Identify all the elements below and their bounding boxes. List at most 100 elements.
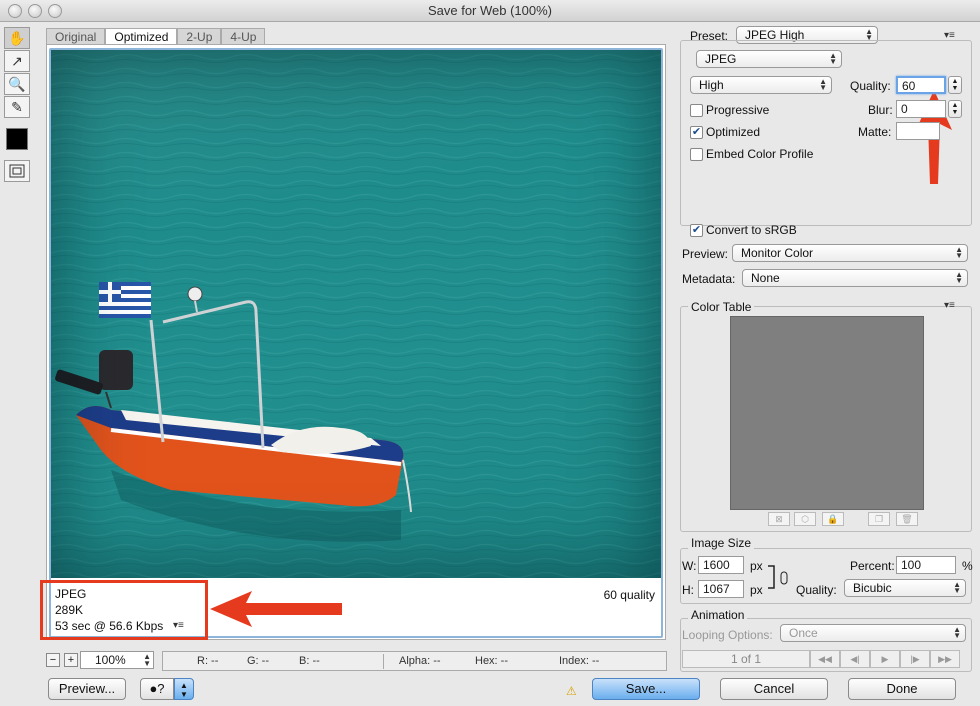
readout-hex: Hex: --	[475, 655, 508, 667]
tab-optimized[interactable]: Optimized	[105, 28, 178, 44]
matte-select[interactable]	[896, 122, 940, 140]
annotation-arrow-left-icon	[210, 591, 342, 627]
preview-in-browser-button[interactable]: Preview...	[48, 678, 126, 700]
warning-icon: ⚠	[566, 684, 577, 698]
height-input[interactable]: 1067	[698, 580, 744, 598]
convert-srgb-label: Convert to sRGB	[706, 223, 797, 237]
browser-icon: ●?	[149, 681, 165, 696]
matte-label: Matte:	[858, 125, 892, 139]
delete-color-button[interactable]: 🗑	[896, 512, 918, 526]
quality-input[interactable]: 60	[896, 76, 946, 94]
constrain-proportions-link-icon[interactable]	[766, 564, 794, 592]
metadata-label: Metadata:	[682, 272, 736, 286]
new-color-button[interactable]: ❐	[868, 512, 890, 526]
format-value: JPEG	[705, 52, 737, 66]
web-shift-button[interactable]: ⬡	[794, 512, 816, 526]
height-label: H:	[682, 583, 694, 597]
color-table-menu-icon[interactable]: ▾≡	[944, 300, 955, 311]
updown-arrows-icon: ▲ ▼	[955, 270, 963, 285]
zoom-level-value: 100%	[95, 653, 126, 667]
color-readout: R: -- G: -- B: -- Alpha: -- Hex: -- Inde…	[162, 651, 667, 671]
percent-unit: %	[962, 559, 973, 573]
updown-arrows-icon: ▲ ▼	[953, 625, 961, 640]
quality-label: Quality:	[850, 79, 891, 93]
width-label: W:	[682, 559, 697, 573]
updown-arrows-icon: ▲ ▼	[143, 652, 151, 668]
hand-icon: ✋	[8, 29, 26, 46]
annotation-highlight-box	[40, 580, 208, 640]
zoom-icon: 🔍	[8, 75, 26, 92]
photo-vignette	[51, 50, 661, 578]
color-table-title: Color Table	[688, 300, 755, 314]
eyedropper-icon: ✎	[11, 98, 23, 115]
eyedropper-tool[interactable]: ✎	[4, 96, 30, 118]
zoom-level-select[interactable]: 100% ▲ ▼	[80, 651, 154, 669]
preview-image[interactable]	[51, 50, 661, 578]
preview-value: Monitor Color	[741, 246, 814, 260]
preview-label: Preview:	[682, 247, 729, 261]
percent-input[interactable]: 100	[896, 556, 956, 574]
status-bar: − + 100% ▲ ▼ R: -- G: -- B: -- Alpha: -- …	[44, 650, 669, 672]
progressive-checkbox[interactable]	[690, 104, 703, 117]
metadata-select[interactable]: None ▲ ▼	[742, 269, 968, 287]
format-select[interactable]: JPEG ▲ ▼	[696, 50, 842, 68]
toggle-slices-visibility-button[interactable]	[4, 160, 30, 182]
last-frame-button[interactable]: ▶▶	[930, 650, 960, 668]
window-title: Save for Web (100%)	[427, 3, 553, 18]
blur-label: Blur:	[868, 103, 893, 117]
tab-original[interactable]: Original	[46, 28, 106, 44]
hand-tool[interactable]: ✋	[4, 27, 30, 49]
view-tabs: Original Optimized 2-Up 4-Up	[46, 28, 266, 44]
width-unit: px	[750, 559, 763, 573]
next-frame-button[interactable]: |▶	[900, 650, 930, 668]
first-frame-button[interactable]: ◀◀	[810, 650, 840, 668]
slice-select-icon: ↗	[11, 52, 23, 69]
tab-4-up[interactable]: 4-Up	[221, 28, 266, 44]
progressive-label: Progressive	[706, 103, 770, 117]
quality-stepper[interactable]: ▲ ▼	[948, 76, 962, 94]
eyedropper-color-swatch[interactable]	[6, 128, 28, 150]
compression-value: High	[699, 78, 724, 92]
zoom-tool[interactable]: 🔍	[4, 73, 30, 95]
browser-select-arrows[interactable]: ▲ ▼	[174, 678, 194, 700]
updown-arrows-icon: ▲ ▼	[953, 580, 961, 595]
animation-title: Animation	[688, 608, 748, 622]
zoom-out-button[interactable]: −	[46, 653, 60, 667]
resample-quality-select[interactable]: Bicubic ▲ ▼	[844, 579, 966, 597]
resample-quality-value: Bicubic	[853, 581, 892, 595]
readout-b: B: --	[299, 655, 320, 667]
previous-frame-button[interactable]: ◀|	[840, 650, 870, 668]
slice-select-tool[interactable]: ↗	[4, 50, 30, 72]
optimized-label: Optimized	[706, 125, 761, 139]
height-unit: px	[750, 583, 763, 597]
convert-srgb-checkbox[interactable]: ✔	[690, 224, 703, 237]
slices-icon	[9, 164, 25, 178]
preview-select[interactable]: Monitor Color ▲ ▼	[732, 244, 968, 262]
optimized-checkbox[interactable]: ✔	[690, 126, 703, 139]
updown-arrows-icon: ▲ ▼	[819, 77, 827, 92]
percent-label: Percent:	[850, 559, 895, 573]
looping-options-select[interactable]: Once ▲ ▼	[780, 624, 966, 642]
zoom-in-button[interactable]: +	[64, 653, 78, 667]
embed-color-profile-checkbox[interactable]	[690, 148, 703, 161]
compression-select[interactable]: High ▲ ▼	[690, 76, 832, 94]
readout-r: R: --	[197, 655, 219, 667]
blur-input[interactable]: 0	[896, 100, 946, 118]
resample-quality-label: Quality:	[796, 583, 837, 597]
blur-stepper[interactable]: ▲ ▼	[948, 100, 962, 118]
readout-g: G: --	[247, 655, 269, 667]
image-size-title: Image Size	[688, 536, 755, 550]
frame-counter: 1 of 1	[682, 650, 810, 668]
play-animation-button[interactable]: ▶	[870, 650, 900, 668]
tool-strip: ✋ ↗ 🔍 ✎	[4, 26, 34, 183]
browser-select-button[interactable]: ●?	[140, 678, 174, 700]
map-transparency-button[interactable]: ⊠	[768, 512, 790, 526]
lock-color-button[interactable]: 🔒	[822, 512, 844, 526]
metadata-value: None	[751, 271, 780, 285]
embed-color-profile-label: Embed Color Profile	[706, 147, 814, 161]
optimize-settings-panel: Preset: JPEG High ▲ ▼ ▾≡ JPEG ▲ ▼ High ▲ ▼ …	[676, 26, 976, 706]
readout-index: Index: --	[559, 655, 600, 667]
looping-options-value: Once	[789, 626, 818, 640]
tab-2-up[interactable]: 2-Up	[177, 28, 222, 44]
width-input[interactable]: 1600	[698, 556, 744, 574]
